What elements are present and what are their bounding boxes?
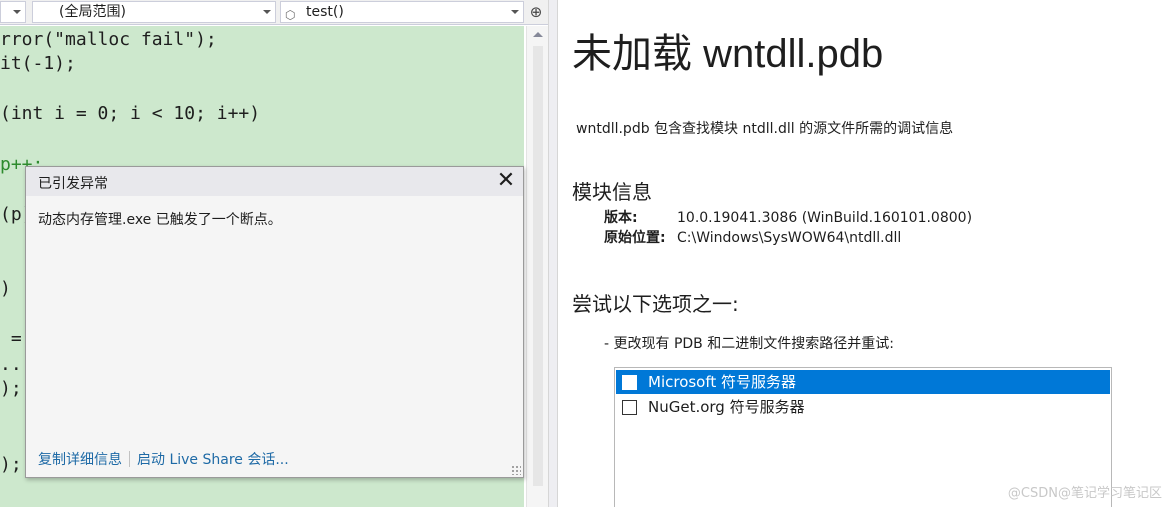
navigation-bar: (全局范围) ⬡ test() ⊕: [0, 0, 548, 25]
exception-helper-popup: 已引发异常 ✕ 动态内存管理.exe 已触发了一个断点。 复制详细信息 启动 Li…: [25, 166, 524, 478]
list-item-label: Microsoft 符号服务器: [648, 373, 797, 391]
scope-dropdown[interactable]: (全局范围): [32, 1, 276, 23]
module-info-heading: 模块信息: [572, 180, 652, 204]
link-separator: [129, 451, 130, 467]
member-dropdown[interactable]: ⬡ test(): [280, 1, 524, 23]
project-dropdown[interactable]: [0, 1, 26, 23]
scope-dropdown-label: (全局范围): [59, 4, 126, 20]
option-change-search-paths: - 更改现有 PDB 和二进制文件搜索路径并重试:: [604, 336, 894, 352]
version-value: 10.0.19041.3086 (WinBuild.160101.0800): [677, 210, 973, 226]
split-window-button[interactable]: ⊕: [527, 3, 545, 21]
no-symbols-loaded-page: 未加载 wntdll.pdb wntdll.pdb 包含查找模块 ntdll.d…: [558, 0, 1172, 507]
original-location-row: 原始位置: C:\Windows\SysWOW64\ntdll.dll: [604, 227, 901, 247]
original-location-label: 原始位置:: [604, 230, 666, 246]
scroll-up-arrow-icon[interactable]: [533, 32, 543, 37]
live-share-link[interactable]: 启动 Live Share 会话...: [137, 452, 289, 468]
code-line: it(-1);: [0, 53, 76, 74]
exception-header: 已引发异常 ✕: [26, 167, 523, 196]
list-item-label: NuGet.org 符号服务器: [648, 398, 805, 416]
pane-divider[interactable]: [548, 0, 558, 507]
vertical-scrollbar[interactable]: [526, 26, 548, 507]
code-line: =: [0, 328, 22, 349]
original-location-value: C:\Windows\SysWOW64\ntdll.dll: [677, 230, 902, 246]
version-label: 版本:: [604, 210, 638, 226]
scrollbar-thumb[interactable]: [533, 46, 543, 486]
nuget-symbol-server-checkbox[interactable]: [622, 400, 637, 415]
chevron-down-icon: [263, 10, 271, 14]
code-line: (int i = 0; i < 10; i++): [0, 103, 261, 124]
list-item-microsoft-symbol-server[interactable]: Microsoft 符号服务器: [616, 370, 1110, 394]
page-description: wntdll.pdb 包含查找模块 ntdll.dll 的源文件所需的调试信息: [576, 121, 954, 137]
split-icon: ⊕: [529, 3, 543, 21]
try-options-heading: 尝试以下选项之一:: [572, 292, 739, 316]
watermark: @CSDN@笔记学习笔记区: [1007, 486, 1162, 501]
code-line: ..: [0, 354, 22, 375]
resize-grip-icon[interactable]: [511, 465, 521, 475]
exception-actions: 复制详细信息 启动 Live Share 会话...: [38, 450, 289, 470]
chevron-down-icon: [13, 10, 21, 14]
microsoft-symbol-server-checkbox[interactable]: [622, 375, 637, 390]
page-title: 未加载 wntdll.pdb: [572, 32, 884, 76]
code-line: ): [0, 278, 11, 299]
exception-title: 已引发异常: [38, 176, 108, 192]
code-line: );: [0, 454, 22, 475]
method-cube-icon: ⬡: [285, 8, 296, 22]
code-line: rror("malloc fail");: [0, 29, 217, 50]
version-row: 版本: 10.0.19041.3086 (WinBuild.160101.0800…: [604, 207, 972, 227]
list-item-nuget-symbol-server[interactable]: NuGet.org 符号服务器: [616, 395, 1110, 419]
copy-details-link[interactable]: 复制详细信息: [38, 452, 122, 468]
chevron-down-icon: [511, 10, 519, 14]
close-icon[interactable]: ✕: [495, 168, 517, 194]
member-dropdown-label: test(): [306, 4, 344, 20]
code-line: );: [0, 378, 22, 399]
code-editor: (全局范围) ⬡ test() ⊕ rror("malloc fail"); i…: [0, 0, 548, 507]
exception-message: 动态内存管理.exe 已触发了一个断点。: [38, 212, 282, 228]
